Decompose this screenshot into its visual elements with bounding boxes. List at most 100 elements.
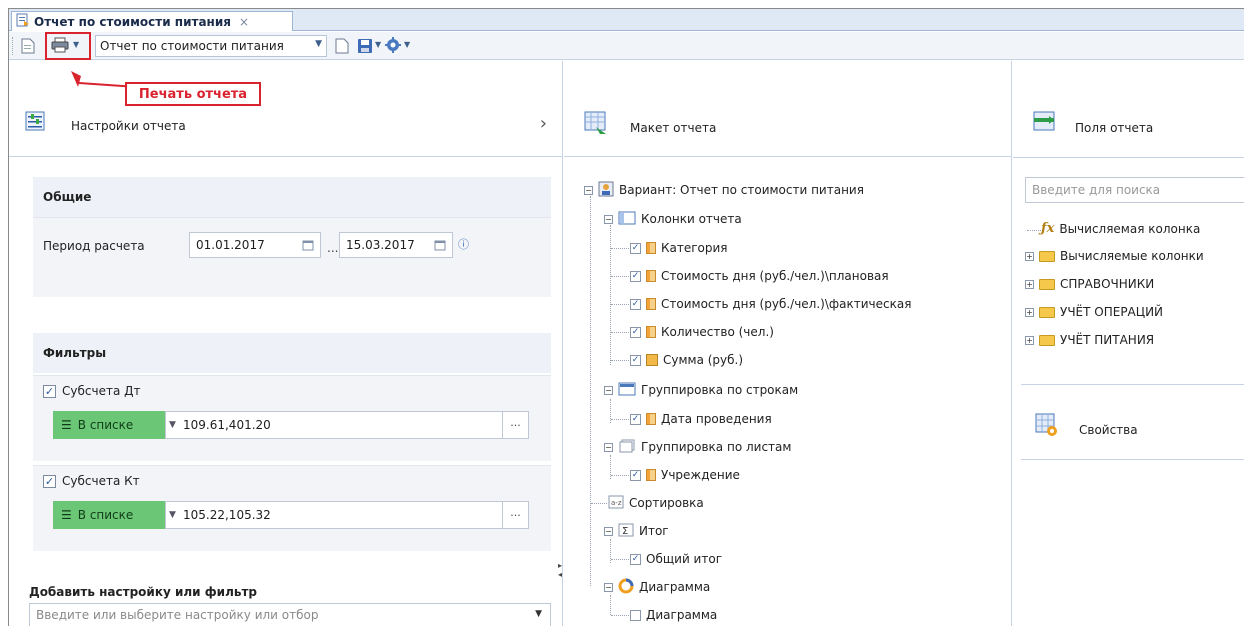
tree-sheet-grouping-item[interactable]: ✓ Учреждение — [630, 466, 740, 484]
chevron-down-icon[interactable]: ▼ — [165, 411, 179, 439]
sheet-grouping-label: Группировка по листам — [641, 440, 792, 454]
field-calculated-column[interactable]: ƒx Вычисляемая колонка — [1041, 221, 1200, 236]
field-group-calculated[interactable]: + Вычисляемые колонки — [1025, 249, 1204, 263]
columns-icon — [618, 211, 636, 228]
tree-total-item[interactable]: ✓ Общий итог — [630, 550, 722, 568]
report-window: Отчет по стоимости питания × ▼ Отчет по … — [8, 8, 1244, 626]
new-variant-icon[interactable] — [335, 38, 349, 54]
filter-debit-mode[interactable]: ☰ В списке — [53, 411, 165, 439]
filter-credit-mode[interactable]: ☰ В списке — [53, 501, 165, 529]
calendar-icon[interactable] — [434, 239, 446, 254]
field-label: Вычисляемые колонки — [1060, 249, 1204, 263]
toolbar-grip[interactable] — [12, 37, 15, 55]
close-icon[interactable]: × — [239, 15, 249, 29]
tree-column-item[interactable]: ✓ Категория — [630, 239, 728, 257]
new-document-icon[interactable] — [21, 38, 35, 54]
tree-column-item[interactable]: ✓ Стоимость дня (руб./чел.)\фактическая — [630, 295, 911, 313]
collapse-icon[interactable]: − — [604, 442, 613, 452]
tree-sheet-grouping[interactable]: − Группировка по листам — [604, 438, 791, 456]
field-label: УЧЁТ ПИТАНИЯ — [1060, 333, 1155, 347]
column-label: Стоимость дня (руб./чел.)\плановая — [661, 269, 889, 283]
filter-debit-toggle[interactable]: ✓ Субсчета Дт — [43, 384, 140, 398]
checkbox-checked[interactable]: ✓ — [630, 553, 641, 565]
tree-branch — [611, 360, 629, 361]
checkbox-checked[interactable]: ✓ — [630, 270, 641, 282]
filter-credit-toggle[interactable]: ✓ Субсчета Кт — [43, 474, 140, 488]
chevron-down-icon[interactable]: ▼ — [535, 609, 542, 619]
calendar-icon[interactable] — [302, 239, 314, 254]
checkbox-unchecked[interactable]: ✓ — [630, 609, 641, 621]
checkbox-checked[interactable]: ✓ — [630, 413, 641, 425]
tree-row-grouping-item[interactable]: ✓ Дата проведения — [630, 410, 772, 428]
more-button[interactable]: ··· — [502, 412, 528, 438]
checkbox-checked[interactable]: ✓ — [630, 298, 641, 310]
add-setting-input[interactable]: Введите или выберите настройку или отбор… — [29, 603, 551, 626]
folder-icon — [1039, 334, 1055, 346]
collapse-icon[interactable]: − — [604, 385, 613, 395]
checkbox-checked[interactable]: ✓ — [630, 326, 641, 338]
date-from-input[interactable]: 01.01.2017 — [189, 232, 321, 258]
expand-icon[interactable]: + — [1025, 251, 1034, 261]
row-grouping-item-label: Дата проведения — [661, 412, 772, 426]
report-variant-select[interactable]: Отчет по стоимости питания ▼ — [95, 35, 327, 57]
filter-credit-label: Субсчета Кт — [62, 474, 140, 488]
layout-header[interactable]: Макет отчета — [564, 61, 1012, 157]
checkbox-checked[interactable]: ✓ — [43, 474, 56, 488]
tree-branch — [611, 248, 629, 249]
tree-sort[interactable]: a-z Сортировка — [608, 494, 704, 512]
more-button[interactable]: ··· — [502, 502, 528, 528]
sort-icon: a-z — [608, 495, 624, 512]
tree-branch — [611, 475, 629, 476]
sheet-grouping-icon — [618, 439, 636, 456]
gear-icon[interactable] — [385, 37, 401, 53]
filter-debit-value[interactable]: 109.61,401.20 ··· — [179, 411, 529, 439]
tree-columns[interactable]: − Колонки отчета — [604, 210, 742, 228]
info-icon[interactable]: ⓘ — [458, 236, 469, 252]
chart-icon — [618, 578, 634, 597]
splitter-arrow-icon[interactable]: ▸◂ — [558, 561, 562, 579]
tree-variant[interactable]: − Вариант: Отчет по стоимости питания — [584, 181, 864, 199]
tree-column-item[interactable]: ✓ Стоимость дня (руб./чел.)\плановая — [630, 267, 889, 285]
expand-icon[interactable]: + — [1025, 279, 1034, 289]
date-to-input[interactable]: 15.03.2017 — [339, 232, 453, 258]
fields-icon — [1033, 111, 1055, 134]
save-icon[interactable] — [357, 38, 373, 54]
tree-branch — [611, 559, 629, 560]
checkbox-checked[interactable]: ✓ — [43, 384, 56, 398]
save-dropdown-icon[interactable]: ▼ — [375, 40, 381, 49]
list-icon: ☰ — [61, 508, 72, 522]
expand-icon[interactable]: + — [1025, 335, 1034, 345]
tree-column-item[interactable]: ✓ Количество (чел.) — [630, 323, 774, 341]
print-icon[interactable] — [51, 37, 69, 53]
settings-dropdown-icon[interactable]: ▼ — [404, 40, 410, 49]
expand-icon[interactable]: + — [1025, 307, 1034, 317]
fields-properties-splitter[interactable] — [1021, 384, 1244, 385]
tree-row-grouping[interactable]: − Группировка по строкам — [604, 381, 798, 399]
tab-report[interactable]: Отчет по стоимости питания × — [11, 11, 293, 31]
field-group-nutrition[interactable]: + УЧЁТ ПИТАНИЯ — [1025, 333, 1154, 347]
column-label: Категория — [661, 241, 728, 255]
field-group-operations[interactable]: + УЧЁТ ОПЕРАЦИЙ — [1025, 305, 1163, 319]
fields-search-input[interactable]: Введите для поиска — [1025, 177, 1244, 203]
chevron-down-icon[interactable]: ▼ — [165, 501, 179, 529]
print-dropdown-icon[interactable]: ▼ — [73, 40, 79, 49]
tree-total[interactable]: − Σ Итог — [604, 522, 669, 540]
checkbox-checked[interactable]: ✓ — [630, 354, 641, 366]
add-setting-title: Добавить настройку или фильтр — [29, 585, 257, 599]
list-icon: ☰ — [61, 418, 72, 432]
collapse-icon[interactable]: − — [584, 185, 593, 195]
tree-chart-item[interactable]: ✓ Диаграмма — [630, 606, 717, 624]
field-group-references[interactable]: + СПРАВОЧНИКИ — [1025, 277, 1154, 291]
svg-text:a-z: a-z — [611, 499, 622, 507]
collapse-icon[interactable]: − — [604, 214, 613, 224]
tree-branch — [1027, 230, 1041, 231]
tree-chart[interactable]: − Диаграмма — [604, 578, 710, 596]
tree-column-item[interactable]: ✓ Сумма (руб.) — [630, 351, 743, 369]
filter-credit-value[interactable]: 105.22,105.32 ··· — [179, 501, 529, 529]
checkbox-checked[interactable]: ✓ — [630, 242, 641, 254]
collapse-icon[interactable]: − — [604, 526, 613, 536]
variant-icon — [598, 181, 614, 200]
chevron-right-icon[interactable]: › — [540, 113, 547, 134]
collapse-icon[interactable]: − — [604, 582, 613, 592]
checkbox-checked[interactable]: ✓ — [630, 469, 641, 481]
